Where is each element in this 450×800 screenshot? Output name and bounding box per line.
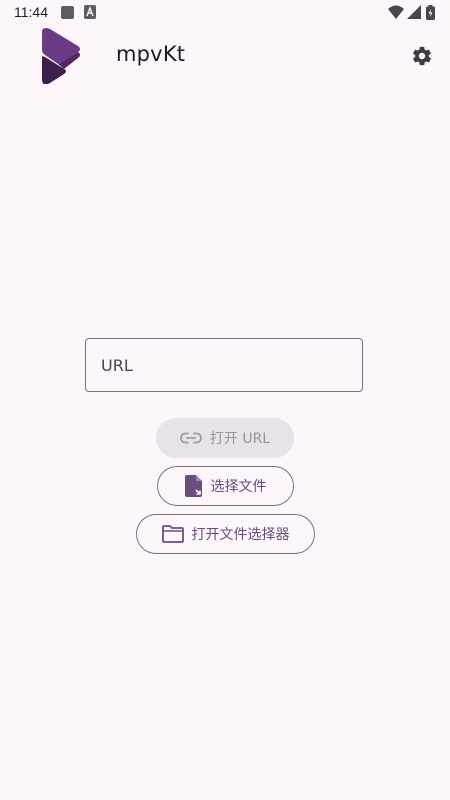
open-url-button[interactable]: 打开 URL [156,418,294,458]
pick-file-button[interactable]: 选择文件 [157,466,294,506]
mpvkt-logo-icon [40,28,82,85]
settings-button[interactable] [406,40,438,72]
url-input[interactable] [86,339,362,391]
link-icon [179,432,202,444]
open-url-label: 打开 URL [209,431,271,447]
open-file-picker-button[interactable]: 打开文件选择器 [136,514,315,554]
top-app-bar: mpvKt [0,26,450,86]
pick-file-label: 选择文件 [210,479,267,495]
status-time: 11:44 [14,4,48,20]
file-icon [184,475,203,497]
gear-icon [411,45,433,67]
open-file-picker-label: 打开文件选择器 [191,527,290,543]
accessibility-a-icon [84,5,96,24]
battery-icon [426,5,435,25]
app-title: mpvKt [116,42,186,66]
url-field[interactable] [85,338,363,392]
wifi-icon [388,5,404,24]
folder-icon [161,525,184,543]
signal-icon [407,5,421,24]
notification-square-icon [60,5,75,25]
status-bar: 11:44 [0,0,450,26]
